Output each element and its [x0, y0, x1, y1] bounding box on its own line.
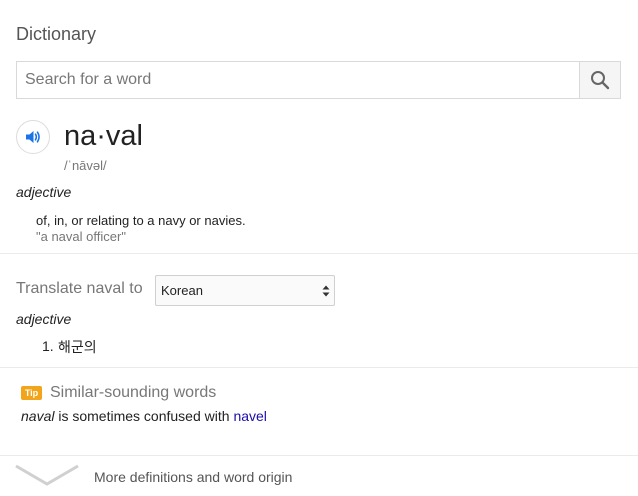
- part-of-speech: adjective: [16, 184, 72, 200]
- tip-badge: Tip: [21, 386, 42, 400]
- divider: [0, 253, 638, 254]
- similar-word-link[interactable]: navel: [233, 408, 266, 424]
- divider: [0, 367, 638, 368]
- search-box: [16, 61, 621, 99]
- language-select-value: Korean: [161, 283, 203, 298]
- more-definitions-link[interactable]: More definitions and word origin: [94, 469, 292, 485]
- search-icon: [591, 71, 610, 90]
- chevron-down-icon[interactable]: [14, 463, 80, 487]
- tip-middle-text: is sometimes confused with: [54, 408, 234, 424]
- translation-part-of-speech: adjective: [16, 311, 72, 327]
- headword: na·val: [64, 120, 143, 152]
- similar-words-sentence: naval is sometimes confused with navel: [21, 408, 267, 424]
- language-select[interactable]: Korean: [155, 275, 335, 306]
- pronunciation-audio-button[interactable]: [16, 120, 50, 154]
- tip-title: Similar-sounding words: [50, 384, 217, 401]
- card-title: Dictionary: [16, 24, 97, 44]
- example-sentence: "a naval officer": [36, 229, 126, 244]
- pronunciation: /ˈnāvəl/: [64, 158, 107, 173]
- search-input[interactable]: [17, 62, 581, 98]
- definition: of, in, or relating to a navy or navies.: [36, 213, 246, 228]
- translate-label: Translate naval to: [16, 280, 143, 297]
- translation-number: 1.: [42, 338, 54, 354]
- tip-word: naval: [21, 408, 55, 424]
- divider: [0, 455, 638, 456]
- search-button[interactable]: [579, 62, 620, 98]
- dictionary-card: Dictionary na·val /ˈnāvəl/ adjective of,…: [0, 0, 638, 496]
- speaker-icon: [26, 131, 40, 143]
- select-arrows-icon: [322, 285, 330, 297]
- translation-word: 해군의: [58, 339, 97, 355]
